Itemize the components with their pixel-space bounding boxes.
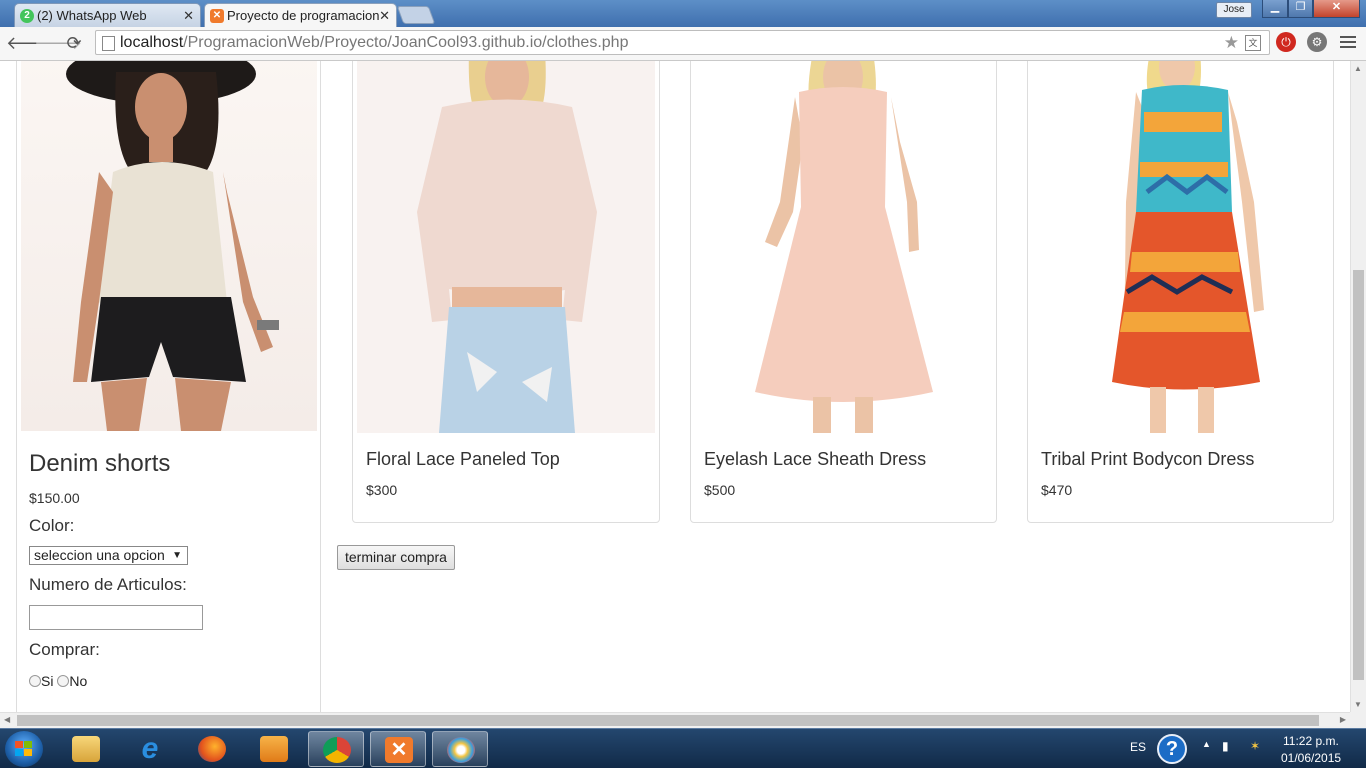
product-name: Tribal Print Bodycon Dress — [1041, 449, 1255, 469]
network-icon[interactable]: ▮ — [1222, 739, 1229, 753]
xampp-icon: ✕ — [210, 9, 224, 23]
scroll-up-icon[interactable]: ▲ — [1354, 64, 1362, 73]
product-photo-tribal-dress — [1032, 61, 1329, 433]
product-detail-panel: Denim shorts $150.00 Color: seleccion un… — [16, 61, 321, 712]
scroll-right-icon[interactable]: ▶ — [1340, 715, 1346, 724]
windows-logo-icon — [15, 741, 32, 756]
quantity-input[interactable] — [29, 605, 203, 630]
minimize-button[interactable]: ▁ — [1262, 0, 1288, 18]
back-icon[interactable]: 🡐 — [6, 32, 54, 54]
scroll-left-icon[interactable]: ◀ — [4, 715, 10, 724]
firefox-icon — [198, 736, 226, 762]
quantity-label: Numero de Articulos: — [29, 575, 187, 594]
clock-time[interactable]: 11:22 p.m. — [1283, 734, 1339, 748]
page-content: Denim shorts $150.00 Color: seleccion un… — [0, 61, 1350, 712]
tab-whatsapp[interactable]: 2 (2) WhatsApp Web ✕ — [14, 3, 201, 27]
vertical-scrollbar[interactable]: ▲ ▼ — [1350, 61, 1366, 712]
xampp-icon: ✕ — [385, 737, 413, 763]
vertical-scroll-thumb[interactable] — [1353, 270, 1364, 680]
url-text: localhost/ProgramacionWeb/Proyecto/JoanC… — [120, 34, 629, 51]
product-name: Floral Lace Paneled Top — [366, 449, 560, 469]
color-label: Color: — [29, 516, 75, 535]
whatsapp-icon: 2 — [20, 9, 34, 23]
help-icon[interactable]: ? — [1157, 734, 1187, 764]
profile-badge[interactable]: Jose — [1216, 2, 1252, 18]
menu-icon[interactable] — [1340, 33, 1356, 51]
taskbar-explorer[interactable] — [58, 731, 114, 767]
browser-titlebar: 2 (2) WhatsApp Web ✕ ✕ Proyecto de progr… — [0, 0, 1366, 28]
buy-no-radio[interactable] — [57, 675, 70, 687]
tray-expand-icon[interactable]: ▲ — [1202, 739, 1211, 749]
color-select[interactable]: seleccion una opcion ▼ — [29, 546, 188, 565]
product-price: $470 — [1041, 482, 1073, 498]
yes-label: Si — [41, 673, 54, 689]
extension-share-icon[interactable]: ⚙ — [1307, 32, 1327, 52]
buy-yes-radio[interactable] — [29, 675, 41, 687]
taskbar-media-player[interactable] — [246, 731, 302, 767]
start-button[interactable] — [5, 731, 43, 767]
scroll-down-icon[interactable]: ▼ — [1354, 700, 1362, 709]
product-price: $150.00 — [29, 490, 80, 506]
bookmark-star-icon[interactable]: ★ — [1224, 33, 1239, 53]
product-title: Denim shorts — [29, 450, 171, 477]
taskbar-paint[interactable] — [432, 731, 488, 767]
reload-icon[interactable]: ⟳ — [63, 32, 85, 54]
volume-icon[interactable]: ✶ — [1250, 739, 1260, 753]
folder-icon — [72, 736, 100, 762]
finish-purchase-button[interactable]: terminar compra — [337, 545, 455, 570]
forward-icon[interactable]: 🡒 — [34, 32, 82, 54]
product-photo-lace-dress — [695, 61, 992, 433]
translate-icon[interactable]: 文 — [1245, 35, 1261, 51]
no-label: No — [69, 673, 88, 689]
address-bar[interactable]: localhost/ProgramacionWeb/Proyecto/JoanC… — [95, 30, 1270, 55]
buy-label: Comprar: — [29, 640, 100, 659]
close-tab-icon[interactable]: ✕ — [183, 8, 194, 24]
scrollbar-corner — [1350, 712, 1366, 728]
tab-proyecto[interactable]: ✕ Proyecto de programacion ✕ — [204, 3, 397, 28]
buy-radio-group: Si No — [29, 673, 87, 689]
taskbar-xampp[interactable]: ✕ — [370, 731, 426, 767]
product-card[interactable]: Floral Lace Paneled Top $300 — [352, 61, 660, 523]
tab-label: Proyecto de programacion — [227, 8, 380, 23]
extension-stop-icon[interactable]: ⏻ — [1276, 32, 1296, 52]
tab-label: (2) WhatsApp Web — [37, 8, 147, 23]
page-icon — [102, 36, 115, 51]
maximize-button[interactable]: ❐ — [1288, 0, 1313, 18]
product-name: Eyelash Lace Sheath Dress — [704, 449, 927, 469]
product-card[interactable]: Tribal Print Bodycon Dress $470 — [1027, 61, 1334, 523]
clock-date[interactable]: 01/06/2015 — [1281, 751, 1341, 765]
product-price: $300 — [366, 482, 398, 498]
chevron-down-icon: ▼ — [172, 550, 182, 561]
media-player-icon — [260, 736, 288, 762]
close-tab-icon[interactable]: ✕ — [379, 8, 390, 24]
chrome-icon — [323, 737, 351, 763]
close-window-button[interactable]: ✕ — [1313, 0, 1360, 18]
taskbar-firefox[interactable] — [184, 731, 240, 767]
internet-explorer-icon: e — [141, 732, 159, 765]
product-photo-lace-top — [357, 61, 655, 433]
windows-taskbar: e ✕ ES ? ▲ ▮ ✶ 11:22 p.m. 01/06/2015 — [0, 728, 1366, 768]
product-price: $500 — [704, 482, 736, 498]
new-tab-button[interactable] — [396, 6, 436, 24]
paint-icon — [447, 737, 475, 763]
product-photo-denim-shorts — [21, 61, 317, 431]
product-card[interactable]: Eyelash Lace Sheath Dress $500 — [690, 61, 997, 523]
horizontal-scrollbar[interactable]: ◀ ▶ — [0, 712, 1350, 728]
horizontal-scroll-thumb[interactable] — [17, 715, 1319, 726]
language-indicator[interactable]: ES — [1130, 740, 1146, 754]
browser-toolbar: 🡐 🡒 ⟳ localhost/ProgramacionWeb/Proyecto… — [0, 27, 1366, 61]
taskbar-chrome[interactable] — [308, 731, 364, 767]
taskbar-ie[interactable]: e — [122, 731, 178, 767]
